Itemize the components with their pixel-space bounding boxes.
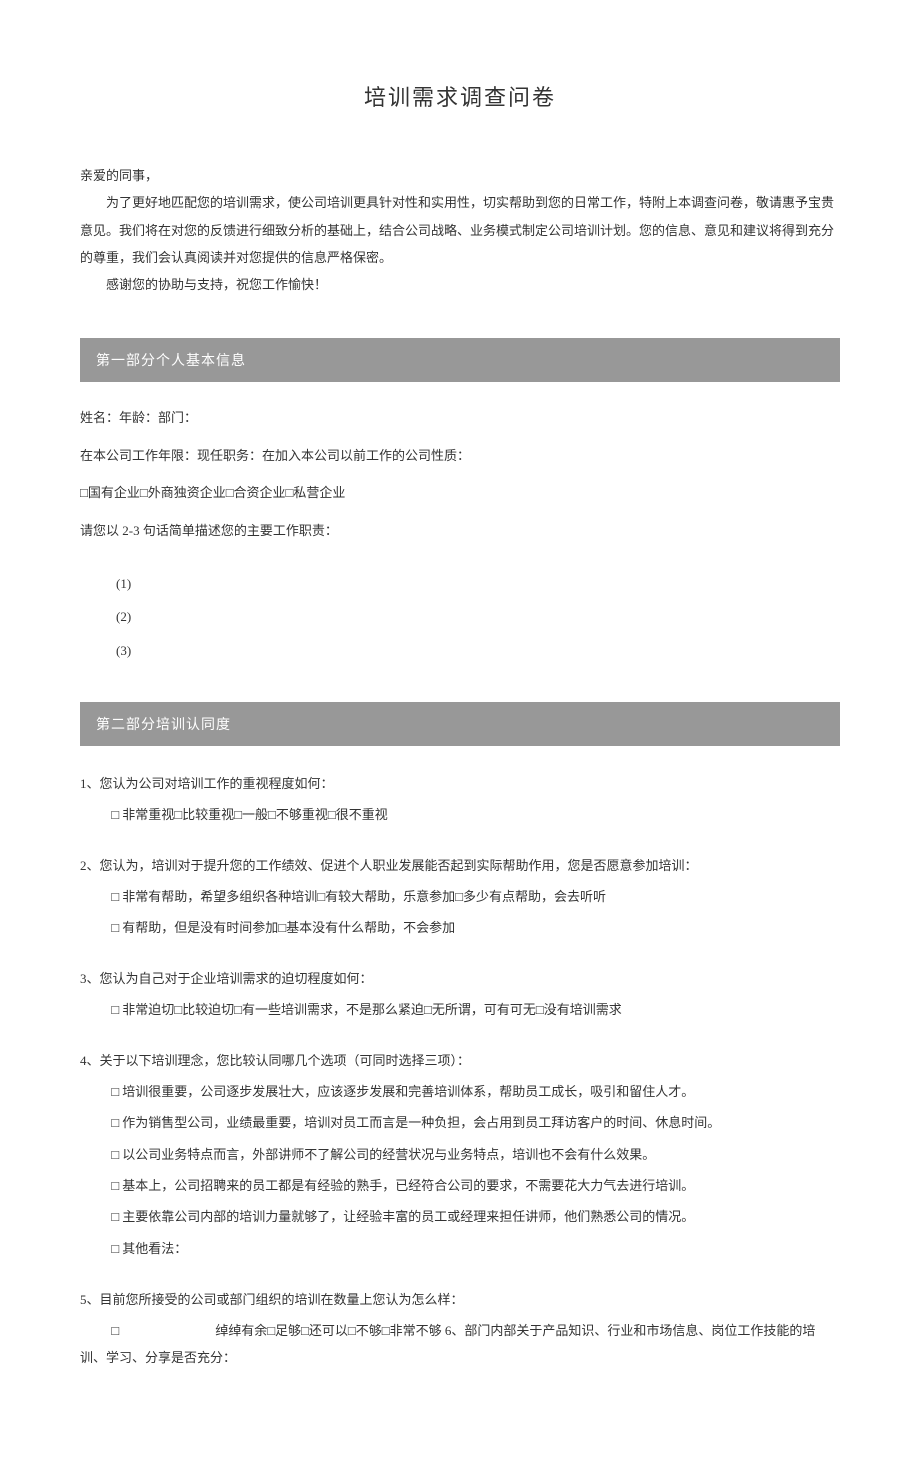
q3-text: 3、您认为自己对于企业培训需求的迫切程度如何：	[80, 967, 840, 992]
q4-option-3: □ 以公司业务特点而言，外部讲师不了解公司的经营状况与业务特点，培训也不会有什么…	[111, 1141, 840, 1168]
s1-job-desc-list: (1) (2) (3)	[116, 572, 840, 662]
q2-options-line2: □ 有帮助，但是没有时间参加□基本没有什么帮助，不会参加	[111, 914, 840, 941]
q2-text: 2、您认为，培训对于提升您的工作绩效、促进个人职业发展能否起到实际帮助作用，您是…	[80, 854, 840, 879]
q2-options-line1: □ 非常有帮助，希望多组织各种培训□有较大帮助，乐意参加□多少有点帮助，会去听听	[111, 883, 840, 910]
question-1: 1、您认为公司对培训工作的重视程度如何： □ 非常重视□比较重视□一般□不够重视…	[80, 772, 840, 828]
s1-line-company-type-options: □国有企业□外商独资企业□合资企业□私营企业	[80, 481, 840, 504]
q1-text: 1、您认为公司对培训工作的重视程度如何：	[80, 772, 840, 797]
q5-leading-box: □	[111, 1317, 215, 1344]
document-page: 培训需求调查问卷 亲爱的同事， 为了更好地匹配您的培训需求，使公司培训更具针对性…	[0, 0, 920, 1457]
s1-line-job-desc-prompt: 请您以 2-3 句话简单描述您的主要工作职责：	[80, 519, 840, 542]
intro-paragraph-1: 为了更好地匹配您的培训需求，使公司培训更具针对性和实用性，切实帮助到您的日常工作…	[80, 189, 840, 271]
q4-option-1: □ 培训很重要，公司逐步发展壮大，应该逐步发展和完善培训体系，帮助员工成长，吸引…	[111, 1078, 840, 1105]
q4-option-6: □ 其他看法：	[111, 1235, 840, 1262]
list-item: (3)	[116, 639, 840, 662]
intro-block: 亲爱的同事， 为了更好地匹配您的培训需求，使公司培训更具针对性和实用性，切实帮助…	[80, 162, 840, 298]
question-3: 3、您认为自己对于企业培训需求的迫切程度如何： □ 非常迫切□比较迫切□有一些培…	[80, 967, 840, 1023]
q4-option-2: □ 作为销售型公司，业绩最重要，培训对员工而言是一种负担，会占用到员工拜访客户的…	[111, 1109, 840, 1136]
s1-line-tenure-title-prevco: 在本公司工作年限：现任职务：在加入本公司以前工作的公司性质：	[80, 444, 840, 467]
q4-text: 4、关于以下培训理念，您比较认同哪几个选项（可同时选择三项）：	[80, 1049, 840, 1074]
q4-option-4: □ 基本上，公司招聘来的员工都是有经验的熟手，已经符合公司的要求，不需要花大力气…	[111, 1172, 840, 1199]
q5-options-and-q6: □绰绰有余□足够□还可以□不够□非常不够 6、部门内部关于产品知识、行业和市场信…	[80, 1317, 840, 1372]
q1-options: □ 非常重视□比较重视□一般□不够重视□很不重视	[111, 801, 840, 828]
question-2: 2、您认为，培训对于提升您的工作绩效、促进个人职业发展能否起到实际帮助作用，您是…	[80, 854, 840, 941]
question-5: 5、目前您所接受的公司或部门组织的培训在数量上您认为怎么样： □绰绰有余□足够□…	[80, 1288, 840, 1371]
document-title: 培训需求调查问卷	[80, 80, 840, 112]
list-item: (2)	[116, 605, 840, 628]
question-4: 4、关于以下培训理念，您比较认同哪几个选项（可同时选择三项）： □ 培训很重要，…	[80, 1049, 840, 1261]
list-item: (1)	[116, 572, 840, 595]
q5-text: 5、目前您所接受的公司或部门组织的培训在数量上您认为怎么样：	[80, 1288, 840, 1313]
q3-options: □ 非常迫切□比较迫切□有一些培训需求，不是那么紧迫□无所谓，可有可无□没有培训…	[111, 996, 840, 1023]
q4-option-5: □ 主要依靠公司内部的培训力量就够了，让经验丰富的员工或经理来担任讲师，他们熟悉…	[111, 1203, 840, 1230]
section-1-header: 第一部分个人基本信息	[80, 338, 840, 382]
intro-salutation: 亲爱的同事，	[80, 162, 840, 189]
intro-paragraph-2: 感谢您的协助与支持，祝您工作愉快！	[80, 271, 840, 298]
section-2-header: 第二部分培训认同度	[80, 702, 840, 746]
s1-line-name-age-dept: 姓名：年龄：部门：	[80, 406, 840, 429]
